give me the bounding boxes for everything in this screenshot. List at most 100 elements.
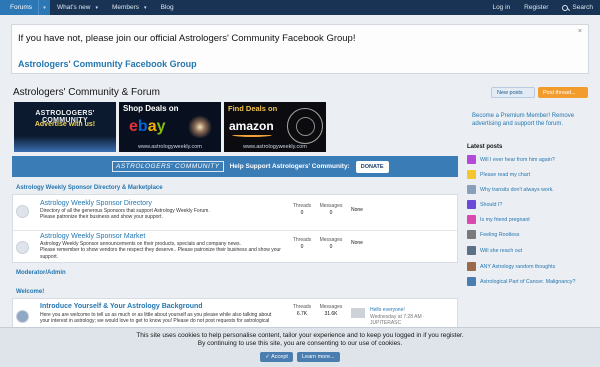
amazon-banner-url: www.astrologyweekly.com (243, 144, 307, 150)
forum-node: Astrology Weekly Sponsor Market Astrolog… (13, 230, 457, 264)
avatar[interactable] (467, 215, 476, 224)
tab-whats-new[interactable]: What's new ▾ (50, 0, 105, 15)
ebay-banner-url: www.astrologyweekly.com (138, 144, 202, 150)
premium-member-link[interactable]: Become a Premium Member! Remove advertis… (472, 112, 590, 128)
top-navbar: Forums ▾ What's new ▾ Members ▾ Blog Log i… (0, 0, 600, 15)
tab-blog-label: Blog (160, 4, 174, 11)
latest-post-title[interactable]: Should I? (480, 202, 502, 208)
latest-post-title[interactable]: Feeling Rootless (480, 232, 519, 238)
latest-post-title[interactable]: Astrological Part of Cancer. Malignancy? (480, 279, 575, 285)
forum-description: Astrology Weekly Sponsor announcements o… (40, 241, 281, 260)
avatar[interactable] (467, 185, 476, 194)
avatar[interactable] (467, 155, 476, 164)
messages-stat: Messages 31.6K (319, 304, 343, 317)
advertise-banner-subtitle: Advertise with us! (34, 121, 96, 128)
latest-post-title[interactable]: Is my friend pregnant (480, 217, 530, 223)
amazon-smile-graphic (232, 133, 272, 137)
latest-post[interactable]: Hello everyone! Wednesday at 7:28 AM · J… (370, 307, 457, 327)
latest-post-title[interactable]: Please read my chart (480, 172, 530, 178)
register-link[interactable]: Register (517, 0, 555, 15)
forum-title[interactable]: Astrology Weekly Sponsor Directory (40, 200, 152, 207)
node-list: Astrology Weekly Sponsor Directory Direc… (12, 194, 458, 263)
latest-post-none: None (351, 240, 363, 246)
category-title[interactable]: Welcome! (16, 289, 44, 295)
latest-post-title[interactable]: ANY Astrology random thoughts (480, 264, 555, 270)
search-icon (562, 4, 569, 11)
login-link[interactable]: Log in (485, 0, 517, 15)
support-brand-logo: ASTROLOGERS' COMMUNITY (112, 161, 224, 172)
latest-post-item[interactable]: Why transits don't always work. (467, 185, 554, 194)
earth-graphic (14, 136, 116, 152)
amazon-banner[interactable]: Find Deals on amazon www.astrologyweekly… (224, 102, 326, 152)
search-button[interactable]: Search (555, 0, 600, 15)
avatar[interactable] (467, 200, 476, 209)
thread-thumbnail[interactable] (351, 308, 365, 318)
avatar[interactable] (467, 277, 476, 286)
forum-status-icon (16, 241, 29, 254)
zodiac-wheel-graphic (287, 108, 323, 144)
forum-description: Directory of all the generous Sponsors t… (40, 208, 210, 221)
latest-post-item[interactable]: Should I? (467, 200, 502, 209)
galaxy-graphic (187, 116, 213, 138)
chevron-down-icon: ▾ (144, 4, 147, 11)
tab-forums-label: Forums (10, 4, 33, 11)
forum-title[interactable]: Introduce Yourself & Your Astrology Back… (40, 303, 203, 310)
forum-status-icon (16, 205, 29, 218)
post-thread-label: Post thread... (543, 89, 576, 96)
latest-post-item[interactable]: Will she reach out (467, 246, 522, 255)
latest-post-item[interactable]: Feeling Rootless (467, 230, 519, 239)
threads-stat: Threads 0 (292, 203, 312, 216)
avatar[interactable] (467, 246, 476, 255)
nav-account-group: Log in Register Search (485, 0, 600, 15)
threads-stat: Threads 6.7K (292, 304, 312, 317)
latest-posts-heading: Latest posts (467, 144, 503, 150)
avatar[interactable] (467, 230, 476, 239)
chevron-down-icon: ▾ (95, 4, 98, 11)
latest-post-item[interactable]: ANY Astrology random thoughts (467, 262, 555, 271)
ebay-logo: ebay (129, 118, 166, 135)
forum-title[interactable]: Astrology Weekly Sponsor Market (40, 233, 145, 240)
latest-post-item[interactable]: Will I ever hear from him again? (467, 155, 555, 164)
facebook-notice: If you have not, please join our officia… (11, 24, 589, 74)
latest-post-item[interactable]: Astrological Part of Cancer. Malignancy? (467, 277, 575, 286)
chevron-down-icon[interactable]: ▾ (38, 0, 51, 15)
new-posts-label: New posts (497, 89, 523, 96)
category-title[interactable]: Astrology Weekly Sponsor Directory & Mar… (16, 185, 163, 191)
latest-post-meta: Wednesday at 7:28 AM · JUPITERASC (370, 313, 425, 327)
cookie-notice: This site uses cookies to help personali… (0, 327, 600, 367)
advertise-banner[interactable]: ASTROLOGERS' COMMUNITY Advertise with us… (14, 102, 116, 152)
tab-members-label: Members (111, 4, 140, 11)
tab-blog[interactable]: Blog (154, 0, 181, 15)
tab-members[interactable]: Members ▾ (105, 0, 154, 15)
search-label: Search (572, 4, 593, 11)
category-title[interactable]: Moderator/Admin (16, 270, 66, 276)
post-thread-button[interactable]: Post thread... (538, 87, 588, 98)
forum-node: Astrology Weekly Sponsor Directory Direc… (13, 195, 457, 230)
avatar[interactable] (467, 262, 476, 271)
tab-whats-new-label: What's new (57, 4, 91, 11)
register-label: Register (524, 4, 549, 11)
support-label: Help Support Astrologers' Community: (229, 163, 350, 170)
donate-button[interactable]: DONATE (355, 160, 389, 173)
avatar[interactable] (467, 170, 476, 179)
latest-post-item[interactable]: Please read my chart (467, 170, 530, 179)
amazon-logo: amazon (229, 119, 274, 133)
new-posts-button[interactable]: New posts (491, 87, 535, 98)
learn-more-button[interactable]: Learn more... (296, 352, 340, 362)
messages-stat: Messages 0 (319, 237, 343, 250)
login-label: Log in (492, 4, 511, 11)
latest-post-item[interactable]: Is my friend pregnant (467, 215, 530, 224)
amazon-banner-title: Find Deals on (228, 104, 278, 113)
notice-text: If you have not, please join our officia… (18, 33, 356, 44)
support-bar: ASTROLOGERS' COMMUNITY Help Support Astr… (12, 156, 458, 177)
close-icon[interactable]: × (578, 28, 582, 35)
messages-stat: Messages 0 (319, 203, 343, 216)
latest-post-title[interactable]: Will I ever hear from him again? (480, 157, 555, 163)
latest-post-title[interactable]: Why transits don't always work. (480, 187, 554, 193)
ebay-banner[interactable]: Shop Deals on ebay www.astrologyweekly.c… (119, 102, 221, 152)
accept-label: Accept (271, 354, 288, 360)
accept-cookies-button[interactable]: ✓ Accept (260, 352, 293, 362)
tab-forums[interactable]: Forums (0, 0, 39, 15)
facebook-group-link[interactable]: Astrologers' Community Facebook Group (18, 59, 197, 69)
latest-post-title[interactable]: Will she reach out (480, 248, 522, 254)
